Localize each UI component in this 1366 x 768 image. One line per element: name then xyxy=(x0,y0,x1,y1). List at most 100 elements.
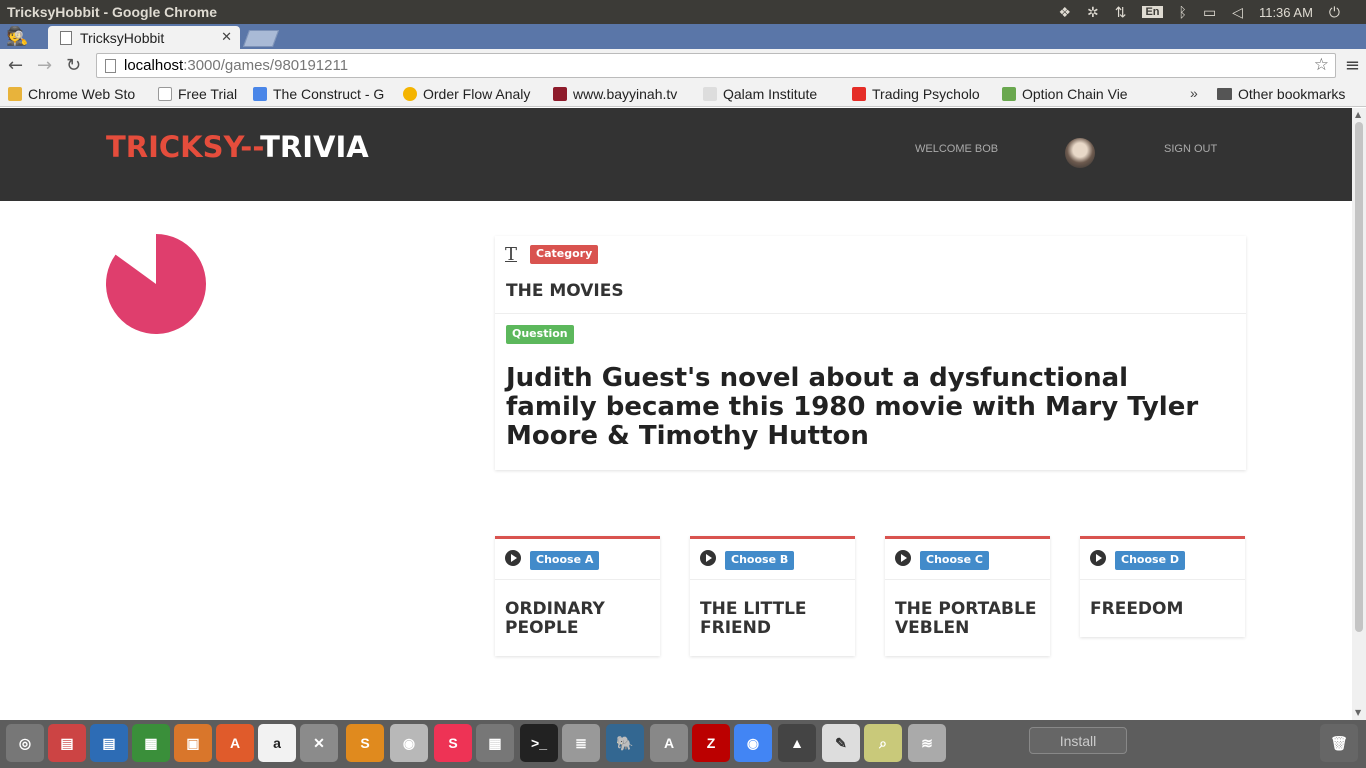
choice-header: Choose B xyxy=(690,539,855,580)
window-title: TricksyHobbit - Google Chrome xyxy=(7,4,218,20)
tab-strip: 🕵 TricksyHobbit ✕ xyxy=(0,24,1366,49)
bookmark-item[interactable]: Qalam Institute xyxy=(703,86,839,102)
choice-header: Choose A xyxy=(495,539,660,580)
question-panel: T Category THE MOVIES Question Judith Gu… xyxy=(495,236,1246,470)
media-player-icon[interactable]: ◉ xyxy=(390,724,428,762)
url-host: localhost xyxy=(124,57,184,74)
choice-card-b[interactable]: Choose B THE LITTLE FRIEND xyxy=(690,536,855,656)
bookmark-label: Chrome Web Sto xyxy=(28,86,136,102)
choose-c-label[interactable]: Choose C xyxy=(920,551,989,570)
reload-icon[interactable]: ↻ xyxy=(66,55,81,76)
choice-answer[interactable]: ORDINARY PEOPLE xyxy=(495,580,660,656)
inkscape-icon[interactable]: ▲ xyxy=(778,724,816,762)
bookmark-item[interactable]: Free Trial xyxy=(158,86,244,102)
choose-d-label[interactable]: Choose D xyxy=(1115,551,1185,570)
choice-card-c[interactable]: Choose C THE PORTABLE VEBLEN xyxy=(885,536,1050,656)
launcher-dock: ◎ ▤ ▤ ▦ ▣ A a ✕ S ◉ S ▦ >_ ≣ 🐘 A Z ◉ ▲ ✎… xyxy=(0,720,1366,768)
calc-icon[interactable]: ▦ xyxy=(132,724,170,762)
docs-icon xyxy=(253,87,267,101)
close-tab-icon[interactable]: ✕ xyxy=(221,29,232,45)
trash-icon[interactable]: 🗑 xyxy=(1320,724,1358,762)
back-arrow-icon[interactable]: ← xyxy=(8,55,23,76)
choice-card-a[interactable]: Choose A ORDINARY PEOPLE xyxy=(495,536,660,656)
tab-tricksyhobbit[interactable]: TricksyHobbit ✕ xyxy=(48,26,240,49)
brand-logo[interactable]: TRICKSY--TRIVIA xyxy=(106,130,369,164)
question-text: Judith Guest's novel about a dysfunction… xyxy=(506,363,1199,451)
new-tab-button[interactable] xyxy=(242,30,280,47)
other-bookmarks-folder[interactable]: Other bookmarks xyxy=(1217,86,1345,102)
bookmark-favicon-icon xyxy=(403,87,417,101)
timer-remaining-slice xyxy=(106,234,206,334)
network-icon[interactable]: ⇅ xyxy=(1115,4,1127,21)
choose-b-label[interactable]: Choose B xyxy=(725,551,795,570)
volume-icon[interactable]: ◁ xyxy=(1232,4,1243,21)
workspace-switcher-icon[interactable]: ▦ xyxy=(476,724,514,762)
network-wifi-icon[interactable]: ≋ xyxy=(908,724,946,762)
dash-icon[interactable]: ◎ xyxy=(6,724,44,762)
bookmark-item[interactable]: Option Chain Vie xyxy=(1002,86,1140,102)
system-tools-icon[interactable]: ✕ xyxy=(300,724,338,762)
choice-answer[interactable]: THE PORTABLE VEBLEN xyxy=(885,580,1050,656)
amazon-icon[interactable]: a xyxy=(258,724,296,762)
scroll-thumb[interactable] xyxy=(1355,122,1363,632)
bookmark-item[interactable]: Trading Psycholo xyxy=(852,86,990,102)
bookmark-favicon-icon xyxy=(1002,87,1016,101)
bookmark-item[interactable]: Order Flow Analy xyxy=(403,86,541,102)
bookmark-label: Qalam Institute xyxy=(723,86,818,102)
settings-cog-icon[interactable]: ✲ xyxy=(1087,4,1099,21)
writer-icon[interactable]: ▤ xyxy=(90,724,128,762)
sublime-text-icon[interactable]: S xyxy=(346,724,384,762)
page-info-icon[interactable] xyxy=(105,58,116,73)
welcome-text: WELCOME BOB xyxy=(915,143,999,155)
avatar[interactable] xyxy=(1065,138,1095,168)
bookmark-label: The Construct - G xyxy=(273,86,385,102)
category-label: Category xyxy=(530,245,599,264)
youtube-icon xyxy=(852,87,866,101)
question-label: Question xyxy=(506,325,574,344)
scroll-down-arrow-icon[interactable]: ▼ xyxy=(1355,708,1361,717)
bookmark-label: www.bayyinah.tv xyxy=(573,86,678,102)
choose-a-label[interactable]: Choose A xyxy=(530,551,600,570)
choice-answer[interactable]: THE LITTLE FRIEND xyxy=(690,580,855,656)
editor-icon[interactable]: A xyxy=(650,724,688,762)
bookmark-star-icon[interactable]: ☆ xyxy=(1314,55,1329,75)
install-button[interactable]: Install xyxy=(1029,727,1127,754)
play-icon xyxy=(505,550,521,566)
bookmark-item[interactable]: Chrome Web Sto xyxy=(8,86,146,102)
terminal-icon[interactable]: >_ xyxy=(520,724,558,762)
software-center-icon[interactable]: A xyxy=(216,724,254,762)
address-bar[interactable]: localhost:3000/games/980191211 ☆ xyxy=(96,53,1336,78)
forward-arrow-icon[interactable]: → xyxy=(37,55,52,76)
choice-card-d[interactable]: Choose D FREEDOM xyxy=(1080,536,1245,637)
bookmarks-bar: Chrome Web Sto Free Trial The Construct … xyxy=(0,82,1366,107)
sign-out-link[interactable]: SIGN OUT xyxy=(1164,143,1217,155)
bookmark-favicon-icon xyxy=(158,87,172,101)
chrome-icon[interactable]: ◉ xyxy=(734,724,772,762)
bookmark-item[interactable]: www.bayyinah.tv xyxy=(553,86,691,102)
bookmark-item[interactable]: The Construct - G xyxy=(253,86,391,102)
bluetooth-icon[interactable]: ᛒ xyxy=(1179,4,1187,20)
more-bookmarks-chevron-icon[interactable]: » xyxy=(1190,85,1198,101)
slack-icon[interactable]: S xyxy=(434,724,472,762)
postgres-icon[interactable]: 🐘 xyxy=(606,724,644,762)
folder-icon xyxy=(1217,88,1232,100)
database-icon[interactable]: ≣ xyxy=(562,724,600,762)
scroll-up-arrow-icon[interactable]: ▲ xyxy=(1355,110,1361,119)
incognito-icon: 🕵 xyxy=(6,26,29,47)
clock[interactable]: 11:36 AM xyxy=(1259,5,1313,20)
chrome-menu-icon[interactable]: ≡ xyxy=(1345,55,1360,76)
battery-icon[interactable]: ▭ xyxy=(1203,4,1216,21)
choice-answer[interactable]: FREEDOM xyxy=(1080,580,1245,637)
filezilla-icon[interactable]: Z xyxy=(692,724,730,762)
page-viewport: TRICKSY--TRIVIA WELCOME BOB SIGN OUT T C… xyxy=(0,108,1352,720)
page-scrollbar[interactable]: ▲ ▼ xyxy=(1352,108,1366,720)
archive-icon[interactable]: ▤ xyxy=(48,724,86,762)
keyboard-layout-indicator[interactable]: En xyxy=(1142,6,1163,18)
text-editor-icon[interactable]: ✎ xyxy=(822,724,860,762)
choice-header: Choose C xyxy=(885,539,1050,580)
image-viewer-icon[interactable]: ⌕ xyxy=(864,724,902,762)
impress-icon[interactable]: ▣ xyxy=(174,724,212,762)
dropbox-icon[interactable]: ❖ xyxy=(1058,4,1071,21)
countdown-timer-pie xyxy=(106,234,206,334)
power-icon[interactable]: ⏻ xyxy=(1329,4,1340,21)
